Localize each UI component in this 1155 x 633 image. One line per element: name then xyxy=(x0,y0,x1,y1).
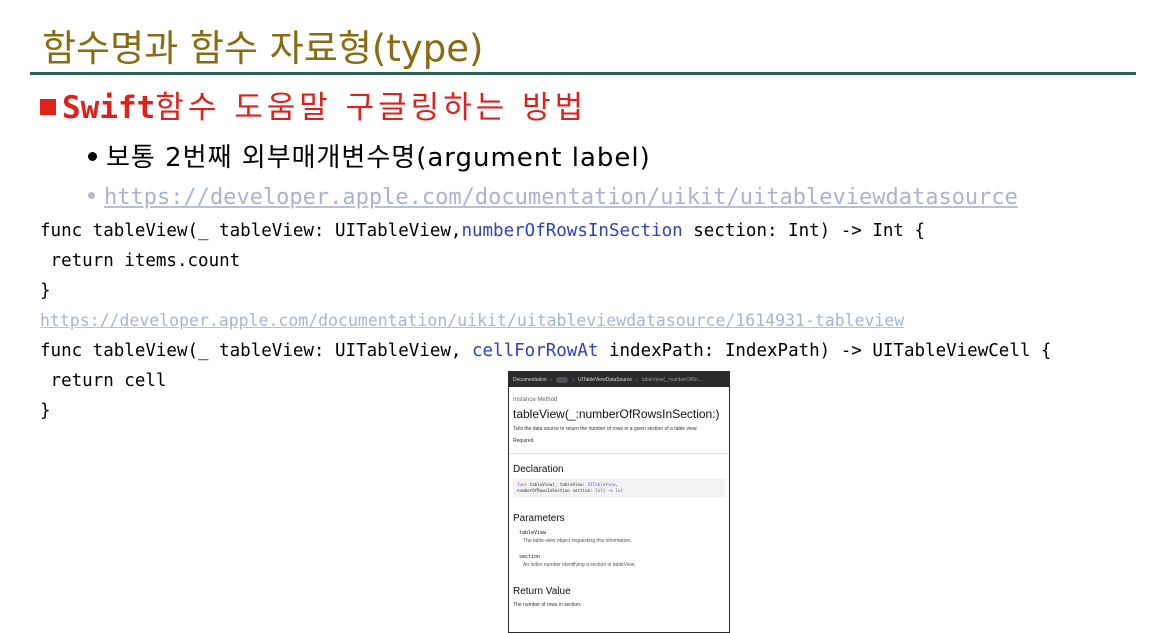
code-text: func tableView(_ tableView: UITableView, xyxy=(40,341,472,361)
square-bullet-icon xyxy=(40,99,56,115)
decl-type: Int xyxy=(595,488,603,493)
slide-title: 함수명과 함수 자료형(type) xyxy=(42,27,484,70)
decl-text: tableView(_ tableView: xyxy=(527,482,588,487)
code-line-5: func tableView(_ tableView: UITableView,… xyxy=(40,336,1051,366)
breadcrumb-documentation[interactable]: Documentation xyxy=(513,377,547,383)
chevron-right-icon: › xyxy=(636,376,638,383)
documentation-screenshot: Documentation › › UITableViewDataSource … xyxy=(508,371,730,633)
param-name: tableView xyxy=(519,530,547,536)
code-text: func tableView(_ tableView: UITableView, xyxy=(40,221,462,241)
tableview-doc-link[interactable]: https://developer.apple.com/documentatio… xyxy=(40,311,904,330)
bullet-dot-icon xyxy=(88,152,97,161)
decl-keyword: func xyxy=(517,482,528,487)
doc-divider xyxy=(509,453,729,454)
breadcrumb-datasource[interactable]: UITableViewDataSource xyxy=(578,377,632,383)
code-text: section: Int) -> Int { xyxy=(682,221,926,241)
code-line-1: func tableView(_ tableView: UITableView,… xyxy=(40,216,925,246)
code-highlight-numberofrows: numberOfRowsInSection xyxy=(461,221,683,241)
heading-code-word: Swift xyxy=(62,90,156,126)
heading-text: 함수 도움말 구글링하는 방법 xyxy=(155,90,588,126)
bullet-dot-icon xyxy=(88,192,95,199)
code-text: indexPath: IndexPath) -> UITableViewCell… xyxy=(598,341,1052,361)
parameters-heading: Parameters xyxy=(513,513,565,524)
title-divider xyxy=(30,72,1136,75)
bullet-text: 보통 2번째 외부매개변수명(argument label) xyxy=(106,143,651,173)
doc-summary: Tells the data source to return the numb… xyxy=(513,426,698,432)
doc-title: tableView(_:numberOfRowsInSection:) xyxy=(513,407,720,421)
param-description: An index number identifying a section in… xyxy=(523,562,636,568)
declaration-heading: Declaration xyxy=(513,464,564,475)
decl-text: numberOfRowsInSection section: xyxy=(517,488,596,493)
param-name: section xyxy=(519,554,541,560)
doc-kind: Instance Method xyxy=(513,397,558,403)
bullet-doc-link: https://developer.apple.com/documentatio… xyxy=(88,182,1018,214)
code-line-6: return cell xyxy=(40,371,167,391)
code-line-7: } xyxy=(40,401,51,421)
decl-type: Int xyxy=(615,488,623,493)
code-highlight-cellforrowat: cellForRowAt xyxy=(471,341,599,361)
decl-text: ) -> xyxy=(602,488,616,493)
code-line-2: return items.count xyxy=(40,251,241,271)
return-description: The number of rows in section. xyxy=(513,602,582,608)
chevron-right-icon: › xyxy=(550,376,553,383)
return-heading: Return Value xyxy=(513,586,571,597)
code-line-3: } xyxy=(40,281,51,301)
bullet-argument-label: 보통 2번째 외부매개변수명(argument label) xyxy=(88,142,651,174)
collapsed-path-icon[interactable] xyxy=(556,376,569,383)
code-line-link: https://developer.apple.com/documentatio… xyxy=(40,306,904,336)
decl-type: UITableView xyxy=(587,482,616,487)
declaration-code: func tableView(_ tableView: UITableView,… xyxy=(513,479,725,497)
section-heading: Swift함수 도움말 구글링하는 방법 xyxy=(40,88,587,128)
doc-required: Required. xyxy=(513,438,535,444)
doc-breadcrumb: Documentation › › UITableViewDataSource … xyxy=(509,372,729,387)
param-description: The table-view object requesting this in… xyxy=(523,538,632,544)
chevron-right-icon: › xyxy=(572,376,574,383)
decl-text: , xyxy=(615,482,618,487)
datasource-doc-link[interactable]: https://developer.apple.com/documentatio… xyxy=(104,185,1018,210)
breadcrumb-current: tableView(_:numberOfRo... xyxy=(641,376,702,383)
